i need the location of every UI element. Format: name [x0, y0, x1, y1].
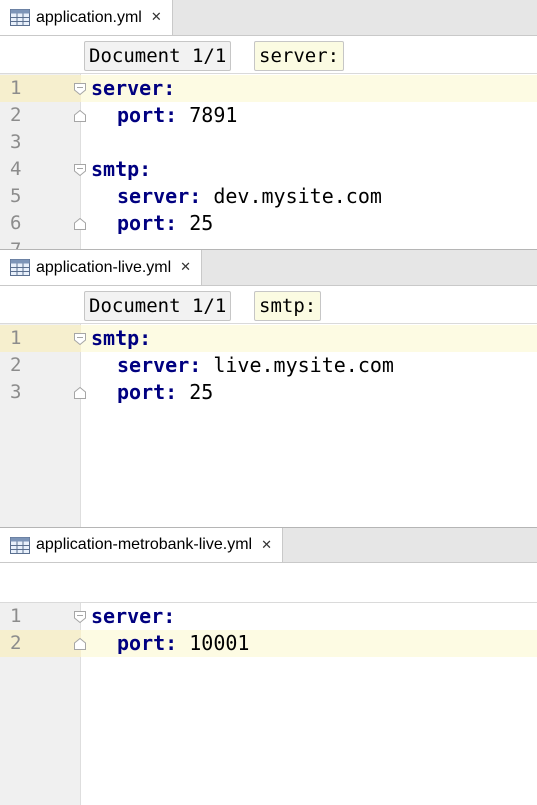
line-number: 4 — [10, 158, 22, 180]
line-number-cell: 2 — [0, 102, 86, 129]
line-number: 1 — [10, 327, 22, 349]
line-number-cell: 1 — [0, 603, 86, 630]
line-number-cell: 2 — [0, 630, 86, 657]
yaml-value: 25 — [189, 211, 214, 235]
code-text: smtp: — [91, 156, 151, 183]
line-number: 7 — [10, 237, 21, 249]
yaml-value: live.mysite.com — [213, 353, 394, 377]
yaml-key: smtp: — [91, 326, 152, 350]
code-line[interactable]: 4 smtp: — [0, 156, 537, 183]
line-number: 6 — [10, 212, 22, 234]
editor-pane-application-live: application-live.yml ✕ Document 1/1 smtp… — [0, 249, 537, 527]
fold-marker-icon[interactable] — [74, 110, 86, 122]
editor-pane-application: application.yml ✕ Document 1/1 server: 1… — [0, 0, 537, 249]
yaml-key: port: — [117, 380, 178, 404]
yaml-value: 10001 — [189, 631, 250, 655]
code-text: smtp: — [91, 325, 151, 352]
yaml-key: port: — [117, 103, 178, 127]
code-text: port: 25 — [91, 379, 213, 406]
code-line[interactable]: 1 server: — [0, 603, 537, 630]
fold-marker-icon[interactable] — [74, 333, 86, 345]
line-number: 1 — [10, 605, 22, 627]
code-text: server: live.mysite.com — [91, 352, 394, 379]
code-text: server: — [91, 75, 175, 102]
code-line[interactable]: 2 server: live.mysite.com — [0, 352, 537, 379]
fold-marker-icon[interactable] — [74, 638, 86, 650]
line-number: 2 — [10, 104, 22, 126]
yaml-key: server: — [91, 604, 176, 628]
line-number: 5 — [10, 185, 22, 207]
yaml-key: server: — [91, 76, 176, 100]
yaml-value: dev.mysite.com — [213, 184, 382, 208]
code-text: server: — [91, 603, 175, 630]
line-number: 2 — [10, 354, 22, 376]
yaml-key: server: — [117, 353, 202, 377]
code-editor[interactable]: 1 smtp: 2 server: live.mysite.com 3 port: 25 — [0, 250, 537, 527]
code-line[interactable]: 1 smtp: — [0, 325, 537, 352]
editor-pane-application-metrobank-live: application-metrobank-live.yml ✕ 1 server… — [0, 527, 537, 805]
line-number: 1 — [10, 77, 22, 99]
line-number-cell: 4 — [0, 156, 86, 183]
yaml-key: smtp: — [91, 157, 152, 181]
line-number: 3 — [10, 131, 22, 153]
line-number-cell: 6 — [0, 210, 86, 237]
code-line[interactable]: 2 port: 7891 — [0, 102, 537, 129]
code-text: port: 10001 — [91, 630, 249, 657]
line-number-cell: 7 — [0, 237, 81, 249]
line-number: 2 — [10, 632, 22, 654]
line-number-cell: 1 — [0, 75, 86, 102]
yaml-value: 7891 — [189, 103, 238, 127]
code-line[interactable]: 6 port: 25 — [0, 210, 537, 237]
code-line[interactable]: 2 port: 10001 — [0, 630, 537, 657]
fold-marker-icon[interactable] — [74, 611, 86, 623]
yaml-value: 25 — [189, 380, 214, 404]
fold-marker-icon[interactable] — [74, 164, 86, 176]
yaml-key: server: — [117, 184, 202, 208]
fold-marker-icon[interactable] — [74, 83, 86, 95]
yaml-key: port: — [117, 211, 178, 235]
code-line[interactable]: 7 — [0, 237, 537, 249]
code-line[interactable]: 5 server: dev.mysite.com — [0, 183, 537, 210]
line-number-cell: 2 — [0, 352, 81, 379]
line-number-cell: 3 — [0, 129, 81, 156]
code-line[interactable]: 3 — [0, 129, 537, 156]
code-text: port: 7891 — [91, 102, 237, 129]
code-text: server: dev.mysite.com — [91, 183, 382, 210]
code-text: port: 25 — [91, 210, 213, 237]
line-number-cell: 1 — [0, 325, 86, 352]
line-number-cell: 3 — [0, 379, 86, 406]
line-number-cell: 5 — [0, 183, 81, 210]
fold-marker-icon[interactable] — [74, 218, 86, 230]
code-line[interactable]: 3 port: 25 — [0, 379, 537, 406]
yaml-key: port: — [117, 631, 178, 655]
code-editor[interactable]: 1 server: 2 port: 7891 3 4 smtp: 5 server: dev.m… — [0, 0, 537, 249]
line-number: 3 — [10, 381, 22, 403]
code-editor[interactable]: 1 server: 2 port: 10001 — [0, 528, 537, 805]
fold-marker-icon[interactable] — [74, 387, 86, 399]
code-line[interactable]: 1 server: — [0, 75, 537, 102]
